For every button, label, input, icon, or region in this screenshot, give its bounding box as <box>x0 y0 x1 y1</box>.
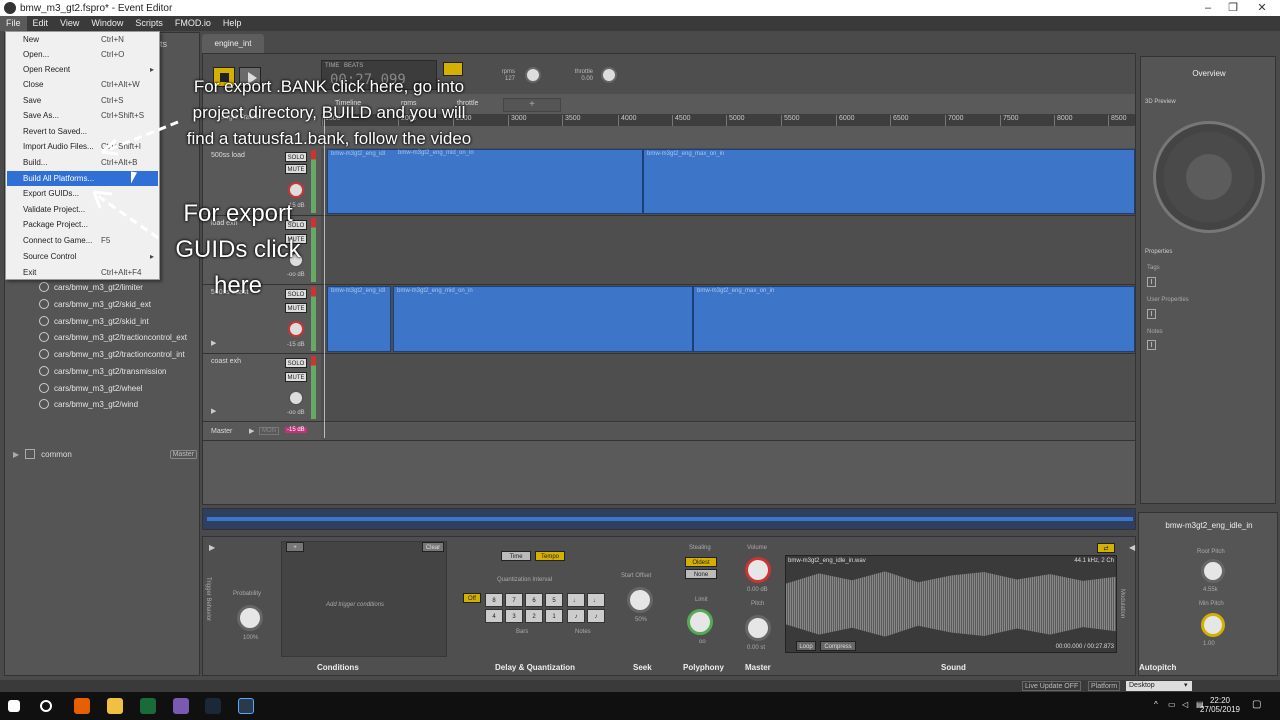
annotation-guid-export: For export GUIDs click here <box>175 200 301 299</box>
annotation-bank-export: For export .BANK click here, go into pro… <box>186 77 472 148</box>
